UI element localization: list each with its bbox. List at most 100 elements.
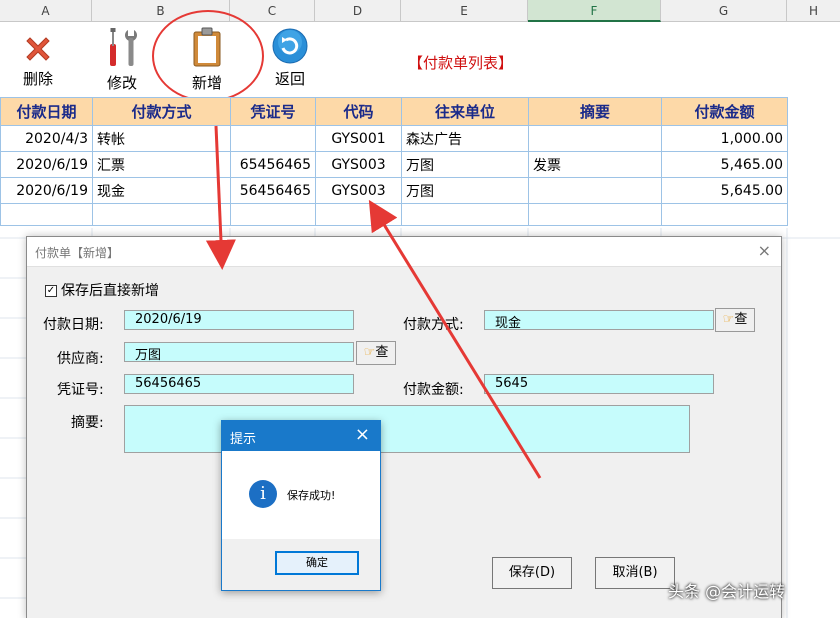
header-partner[interactable]: 往来单位 xyxy=(401,97,529,126)
list-title: 【付款单列表】 xyxy=(408,54,514,72)
dialog-title-bar[interactable]: 付款单【新增】 × xyxy=(27,237,781,267)
edit-button[interactable]: 修改 xyxy=(98,26,146,93)
back-label: 返回 xyxy=(274,70,305,88)
cell-date[interactable]: 2020/4/3 xyxy=(0,125,93,152)
delete-label: 删除 xyxy=(22,70,53,88)
message-body: i 保存成功! xyxy=(222,451,380,539)
amount-label: 付款金额: xyxy=(403,382,464,398)
cell-method[interactable]: 汇票 xyxy=(92,151,231,178)
cell-summary[interactable] xyxy=(528,125,662,152)
voucher-label: 凭证号: xyxy=(57,382,104,398)
method-field[interactable]: 现金 xyxy=(484,310,714,331)
cell-method[interactable]: 现金 xyxy=(92,177,231,204)
cell-voucher[interactable] xyxy=(230,125,316,152)
cell-empty[interactable] xyxy=(661,203,788,226)
cell-code[interactable]: GYS003 xyxy=(315,177,402,204)
hand-pointer-icon: ☞ xyxy=(363,345,376,360)
supplier-lookup-button[interactable]: ☞查 xyxy=(356,341,396,365)
delete-button[interactable]: 删除 xyxy=(14,32,62,89)
cell-empty[interactable] xyxy=(230,203,316,226)
dialog-close-icon[interactable]: × xyxy=(758,241,771,260)
hand-pointer-icon: ☞ xyxy=(722,312,735,327)
save-success-message-box: 提示 × i 保存成功! 确定 xyxy=(221,420,381,591)
table-row-empty[interactable] xyxy=(0,203,788,226)
edit-label: 修改 xyxy=(106,74,137,92)
cell-partner[interactable]: 万图 xyxy=(401,177,529,204)
clipboard-icon xyxy=(193,27,221,67)
cell-summary[interactable]: 发票 xyxy=(528,151,662,178)
header-amount[interactable]: 付款金额 xyxy=(661,97,788,126)
cell-voucher[interactable]: 65456465 xyxy=(230,151,316,178)
message-footer: 确定 xyxy=(222,539,380,590)
cell-empty[interactable] xyxy=(401,203,529,226)
cell-date[interactable]: 2020/6/19 xyxy=(0,151,93,178)
column-header-d[interactable]: D xyxy=(315,0,401,22)
column-header-c[interactable]: C xyxy=(230,0,315,22)
header-code[interactable]: 代码 xyxy=(315,97,402,126)
lookup-label: 查 xyxy=(375,345,389,360)
amount-field[interactable]: 5645 xyxy=(484,374,714,394)
header-date[interactable]: 付款日期 xyxy=(0,97,93,126)
summary-label: 摘要: xyxy=(71,415,104,431)
supplier-label: 供应商: xyxy=(57,351,104,367)
payment-form-dialog: 付款单【新增】 × ✓ 保存后直接新增 付款日期: 2020/6/19 付款方式:… xyxy=(26,236,782,618)
method-label: 付款方式: xyxy=(403,317,464,333)
dialog-title: 付款单【新增】 xyxy=(35,246,120,260)
save-button[interactable]: 保存(D) xyxy=(492,557,572,589)
column-header-e[interactable]: E xyxy=(401,0,528,22)
back-button[interactable]: 返回 xyxy=(266,26,314,89)
voucher-field[interactable]: 56456465 xyxy=(124,374,354,394)
add-button[interactable]: 新增 xyxy=(184,26,230,93)
column-header-bar: A B C D E F G H xyxy=(0,0,840,22)
cell-empty[interactable] xyxy=(92,203,231,226)
checkbox-label: 保存后直接新增 xyxy=(61,283,159,299)
cell-code[interactable]: GYS003 xyxy=(315,151,402,178)
message-title: 提示 xyxy=(230,432,257,447)
cell-code[interactable]: GYS001 xyxy=(315,125,402,152)
info-icon: i xyxy=(249,480,277,508)
method-lookup-button[interactable]: ☞查 xyxy=(715,308,755,332)
cell-empty[interactable] xyxy=(315,203,402,226)
table-header-row: 付款日期 付款方式 凭证号 代码 往来单位 摘要 付款金额 xyxy=(0,97,788,126)
header-summary[interactable]: 摘要 xyxy=(528,97,662,126)
cell-empty[interactable] xyxy=(528,203,662,226)
column-header-g[interactable]: G xyxy=(661,0,787,22)
ok-button[interactable]: 确定 xyxy=(275,551,359,575)
header-voucher[interactable]: 凭证号 xyxy=(230,97,316,126)
column-header-h[interactable]: H xyxy=(787,0,840,22)
lookup-label: 查 xyxy=(734,312,748,327)
message-title-bar[interactable]: 提示 × xyxy=(222,421,380,451)
checkbox-checked-icon[interactable]: ✓ xyxy=(45,285,57,297)
payment-list-table: 付款日期 付款方式 凭证号 代码 往来单位 摘要 付款金额 2020/4/3 转… xyxy=(0,97,788,226)
supplier-field[interactable]: 万图 xyxy=(124,342,354,363)
summary-field[interactable] xyxy=(124,405,690,453)
cell-partner[interactable]: 森达广告 xyxy=(401,125,529,152)
column-header-a[interactable]: A xyxy=(0,0,92,22)
message-text: 保存成功! xyxy=(287,489,336,502)
column-header-b[interactable]: B xyxy=(92,0,230,22)
cancel-button[interactable]: 取消(B) xyxy=(595,557,675,589)
cell-method[interactable]: 转帐 xyxy=(92,125,231,152)
column-header-f[interactable]: F xyxy=(528,0,661,22)
cell-partner[interactable]: 万图 xyxy=(401,151,529,178)
cell-amount[interactable]: 1,000.00 xyxy=(661,125,788,152)
save-and-new-checkbox[interactable]: ✓ 保存后直接新增 xyxy=(45,280,159,300)
cell-amount[interactable]: 5,645.00 xyxy=(661,177,788,204)
delete-x-icon xyxy=(26,37,50,61)
header-method[interactable]: 付款方式 xyxy=(92,97,231,126)
date-label: 付款日期: xyxy=(43,317,104,333)
return-arrow-icon xyxy=(272,28,308,64)
cell-amount[interactable]: 5,465.00 xyxy=(661,151,788,178)
watermark-text: 头条 @会计运转 xyxy=(668,582,786,601)
tools-icon xyxy=(110,28,137,66)
message-close-icon[interactable]: × xyxy=(355,424,370,445)
cell-summary[interactable] xyxy=(528,177,662,204)
table-row[interactable]: 2020/4/3 转帐 GYS001 森达广告 1,000.00 xyxy=(0,125,788,152)
cell-date[interactable]: 2020/6/19 xyxy=(0,177,93,204)
date-field[interactable]: 2020/6/19 xyxy=(124,310,354,330)
cell-voucher[interactable]: 56456465 xyxy=(230,177,316,204)
cell-empty[interactable] xyxy=(0,203,93,226)
add-label: 新增 xyxy=(191,74,222,92)
table-row[interactable]: 2020/6/19 现金 56456465 GYS003 万图 5,645.00 xyxy=(0,177,788,204)
table-row[interactable]: 2020/6/19 汇票 65456465 GYS003 万图 发票 5,465… xyxy=(0,151,788,178)
